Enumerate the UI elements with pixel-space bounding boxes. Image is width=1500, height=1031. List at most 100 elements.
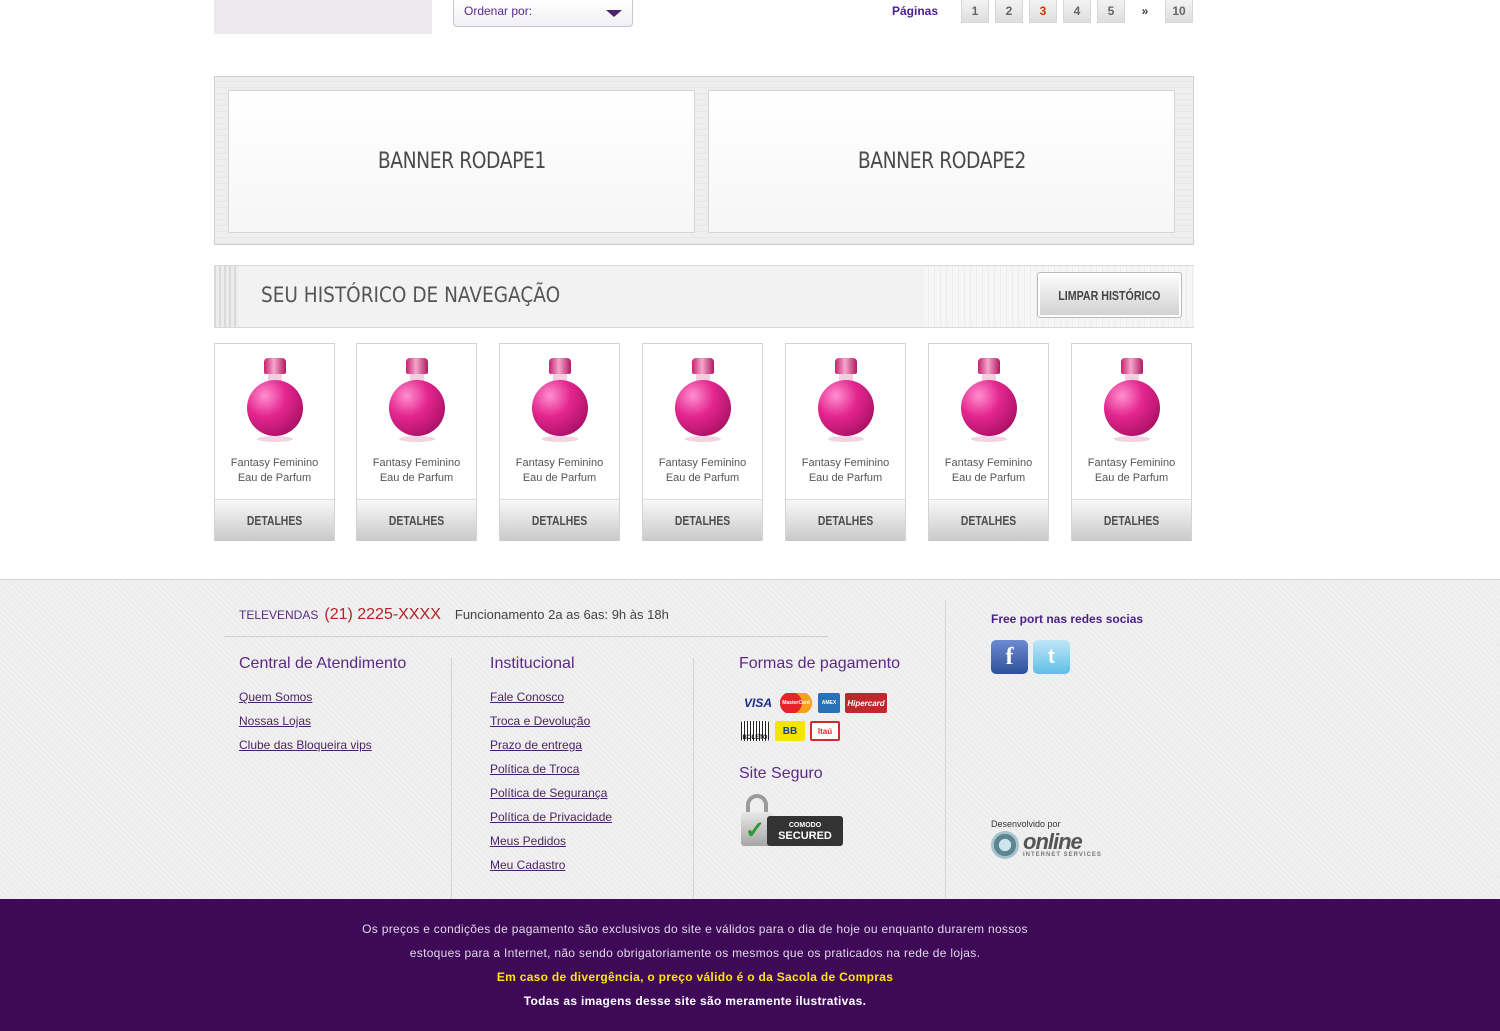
divider [693,658,694,900]
disclaimer-line-2: estoques para a Internet, não sendo obri… [409,946,981,960]
product-card[interactable]: Fantasy Feminino Eau de Parfum DETALHES [499,343,620,541]
link-fale-conosco[interactable]: Fale Conosco [490,690,564,704]
page-link-3-current[interactable]: 3 [1029,0,1057,23]
footer-banner-area: BANNER RODAPE1 BANNER RODAPE2 [214,76,1194,245]
page: Ordenar por: Páginas 1 2 3 4 5 » 10 BANN… [0,0,1500,1031]
product-name[interactable]: Fantasy Feminino Eau de Parfum [357,456,476,486]
link-meus-pedidos[interactable]: Meus Pedidos [490,834,566,848]
product-name-line1: Fantasy Feminino [515,457,604,469]
developer-tagline: INTERNET SERVICES [1023,851,1102,858]
details-label: DETALHES [960,513,1017,528]
divider [451,658,452,900]
product-card[interactable]: Fantasy Feminino Eau de Parfum DETALHES [785,343,906,541]
list-item: Quem Somos [239,688,372,712]
mastercard-icon: MasterCard [779,693,813,713]
product-card[interactable]: Fantasy Feminino Eau de Parfum DETALHES [928,343,1049,541]
page-link-2[interactable]: 2 [995,0,1023,23]
details-button[interactable]: DETALHES [215,499,334,541]
sort-select[interactable]: Ordenar por: [453,0,633,27]
product-name[interactable]: Fantasy Feminino Eau de Parfum [500,456,619,486]
history-header-stripe [214,266,238,327]
page-link-10[interactable]: 10 [1165,0,1193,23]
social-title: Free port nas redes socias [991,612,1144,626]
product-name-line2: Eau de Parfum [951,472,1026,484]
product-name-line1: Fantasy Feminino [944,457,1033,469]
perfume-bottle-image[interactable] [247,358,303,442]
product-name-line2: Eau de Parfum [808,472,883,484]
product-name[interactable]: Fantasy Feminino Eau de Parfum [215,456,334,486]
perfume-bottle-image[interactable] [818,358,874,442]
facebook-icon[interactable]: f [991,640,1028,674]
list-item: Fale Conosco [490,688,612,712]
history-header: SEU HISTÓRICO DE NAVEGAÇÃO LIMPAR HISTÓR… [214,265,1194,328]
clear-history-label: LIMPAR HISTÓRICO [1058,287,1161,303]
details-button[interactable]: DETALHES [786,499,905,541]
link-prazo-entrega[interactable]: Prazo de entrega [490,738,582,752]
banner-rodape-2[interactable]: BANNER RODAPE2 [708,90,1175,233]
central-atendimento-links: Quem Somos Nossas Lojas Clube das Bloque… [239,688,372,760]
product-name-line1: Fantasy Feminino [230,457,319,469]
perfume-bottle-image[interactable] [389,358,445,442]
list-item: Prazo de entrega [490,736,612,760]
banner-rodape-1[interactable]: BANNER RODAPE1 [228,90,695,233]
product-name-line1: Fantasy Feminino [801,457,890,469]
amex-icon: AMEX [818,693,840,713]
institucional-title: Institucional [490,655,575,672]
perfume-bottle-image[interactable] [961,358,1017,442]
history-title: SEU HISTÓRICO DE NAVEGAÇÃO [261,283,601,307]
seal-badge: COMODO SECURED [767,816,843,846]
banner-rodape-2-text: BANNER RODAPE2 [857,149,1026,174]
link-politica-privacidade[interactable]: Política de Privacidade [490,810,612,824]
perfume-bottle-image[interactable] [532,358,588,442]
product-name[interactable]: Fantasy Feminino Eau de Parfum [929,456,1048,486]
page-link-5[interactable]: 5 [1097,0,1125,23]
details-label: DETALHES [388,513,445,528]
page-link-1[interactable]: 1 [961,0,989,23]
details-button[interactable]: DETALHES [500,499,619,541]
link-troca-devolucao[interactable]: Troca e Devolução [490,714,590,728]
link-politica-troca[interactable]: Política de Troca [490,762,579,776]
product-card[interactable]: Fantasy Feminino Eau de Parfum DETALHES [356,343,477,541]
televendas-label: TELEVENDAS [239,608,319,622]
link-nossas-lojas[interactable]: Nossas Lojas [239,714,311,728]
product-card[interactable]: Fantasy Feminino Eau de Parfum DETALHES [214,343,335,541]
opening-hours: Funcionamento 2a as 6as: 9h às 18h [454,607,669,622]
link-quem-somos[interactable]: Quem Somos [239,690,312,704]
sort-label: Ordenar por: [464,4,533,18]
developer-brand: online INTERNET SERVICES [1023,830,1102,859]
list-item: Clube das Bloqueira vips [239,736,372,760]
product-card[interactable]: Fantasy Feminino Eau de Parfum DETALHES [1071,343,1192,541]
details-label: DETALHES [531,513,588,528]
details-button[interactable]: DETALHES [929,499,1048,541]
product-name-line1: Fantasy Feminino [1087,457,1176,469]
disclaimer-bar: Os preços e condições de pagamento são e… [0,899,1500,1031]
institucional-links: Fale Conosco Troca e Devolução Prazo de … [490,688,612,880]
details-button[interactable]: DETALHES [1072,499,1191,541]
product-name-line1: Fantasy Feminino [658,457,747,469]
page-link-4[interactable]: 4 [1063,0,1091,23]
banner-rodape-1-text: BANNER RODAPE1 [377,149,546,174]
link-politica-seguranca[interactable]: Política de Segurança [490,786,607,800]
developer-logo[interactable]: online INTERNET SERVICES [991,830,1102,859]
televendas-phone: (21) 2225-XXXX [324,606,441,623]
history-products: Fantasy Feminino Eau de Parfum DETALHES F… [214,343,1194,543]
details-button[interactable]: DETALHES [357,499,476,541]
product-card[interactable]: Fantasy Feminino Eau de Parfum DETALHES [642,343,763,541]
product-name-line2: Eau de Parfum [665,472,740,484]
details-button[interactable]: DETALHES [643,499,762,541]
perfume-bottle-image[interactable] [1104,358,1160,442]
clear-history-button[interactable]: LIMPAR HISTÓRICO [1037,272,1182,318]
product-name-line1: Fantasy Feminino [372,457,461,469]
online-logo-icon [991,831,1019,859]
twitter-icon[interactable]: t [1033,640,1070,674]
hipercard-icon: Hipercard [845,693,887,713]
link-clube[interactable]: Clube das Bloqueira vips [239,738,372,752]
comodo-secured-seal[interactable]: COMODO SECURED ✓ [741,794,843,848]
page-next-arrow[interactable]: » [1131,0,1159,23]
link-meu-cadastro[interactable]: Meu Cadastro [490,858,565,872]
perfume-bottle-image[interactable] [675,358,731,442]
product-name[interactable]: Fantasy Feminino Eau de Parfum [1072,456,1191,486]
details-label: DETALHES [246,513,303,528]
product-name[interactable]: Fantasy Feminino Eau de Parfum [786,456,905,486]
product-name[interactable]: Fantasy Feminino Eau de Parfum [643,456,762,486]
